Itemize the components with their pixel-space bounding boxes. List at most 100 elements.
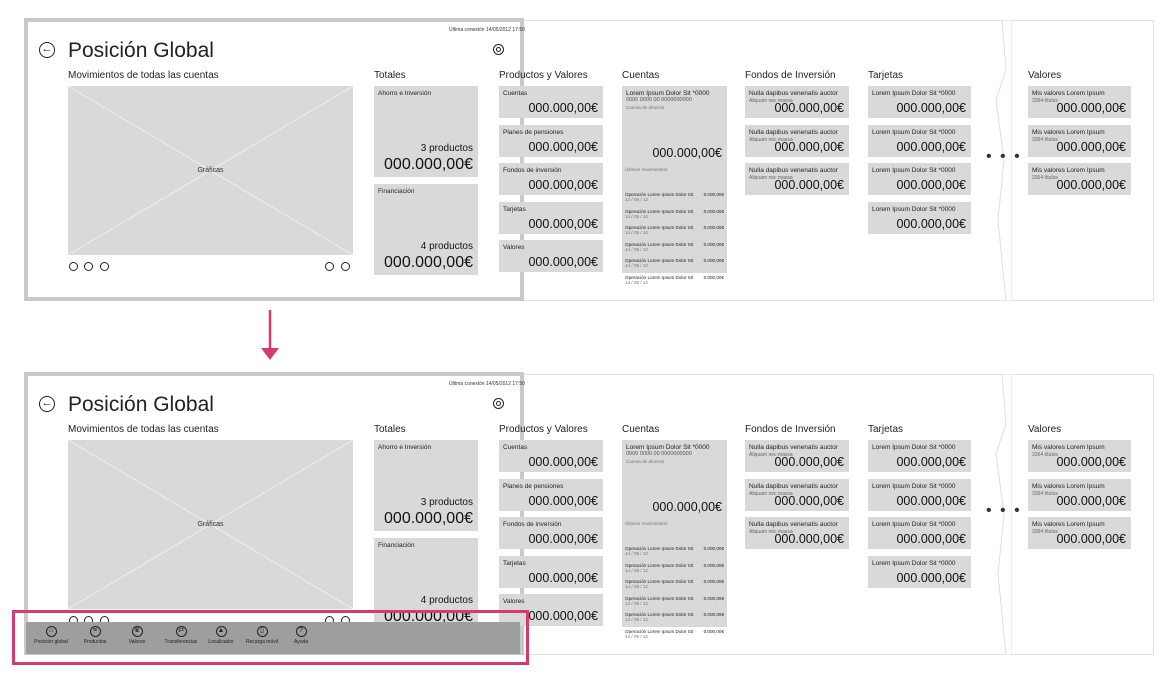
operation-amount: 0.000,00€ <box>703 562 724 568</box>
tile-label: Mis valores Lorem Ipsum <box>1032 521 1105 528</box>
back-arrow-icon[interactable]: ← <box>39 396 55 412</box>
tile-products: 3 productos <box>420 497 473 508</box>
exchange-icon[interactable] <box>341 262 350 271</box>
tarjetas-tile[interactable]: Lorem Ipsum Dolor Sit *0000 000.000,00€ <box>868 440 971 472</box>
fondos-tile[interactable]: Nulla dapibus venenatis auctor Aliquam n… <box>745 478 849 511</box>
tile-value: 000.000,00€ <box>896 216 966 231</box>
operation-row[interactable]: Operación Lorem Ipsum Dolor Sit 0.000,00… <box>625 579 724 589</box>
tile-value: 000.000,00€ <box>1056 455 1126 469</box>
back-arrow-icon[interactable]: ← <box>39 42 55 58</box>
account-name: Lorem Ipsum Dolor Sit *0000 <box>626 90 710 97</box>
tarjetas-tile[interactable]: Lorem Ipsum Dolor Sit *0000 000.000,00€ <box>868 86 971 118</box>
tile-value: 000.000,00€ <box>384 510 473 527</box>
totales-tile[interactable]: Ahorro e Inversión 3 productos 000.000,0… <box>374 440 478 531</box>
productos-tile[interactable]: Cuentas 000.000,00€ <box>499 440 603 472</box>
operation-row[interactable]: Operación Lorem Ipsum Dolor Sit 0.000,00… <box>625 192 724 202</box>
tile-label: Financiación <box>378 188 415 195</box>
tile-value: 000.000,00€ <box>528 255 598 269</box>
fondos-tile[interactable]: Nulla dapibus venenatis auctor Aliquam n… <box>745 124 849 157</box>
productos-tile[interactable]: Planes de pensiones 000.000,00€ <box>499 124 603 157</box>
cuentas-tile[interactable]: Lorem Ipsum Dolor Sit *0000 0000 0000 00… <box>622 440 727 639</box>
tile-label: Mis valores Lorem Ipsum <box>1032 128 1105 136</box>
tarjetas-heading: Tarjetas <box>868 70 904 81</box>
tile-label: Nulla dapibus venenatis auctor <box>749 444 838 451</box>
tarjetas-tile[interactable]: Lorem Ipsum Dolor Sit *0000 000.000,00€ <box>868 555 971 588</box>
valores-tile[interactable]: Mis valores Lorem Ipsum 3364 títulos 000… <box>1028 124 1131 157</box>
tile-label: Cuentas <box>503 90 528 97</box>
totales-tile[interactable]: Ahorro e Inversión 3 productos 000.000,0… <box>374 86 478 177</box>
help-icon: ? <box>295 626 307 637</box>
account-number: 0000 0000 00 0000000000 <box>626 97 692 103</box>
valores-tile[interactable]: Mis valores Lorem Ipsum 3364 títulos 000… <box>1028 86 1131 118</box>
appbar-button-1[interactable]: ≡ Productos <box>72 622 118 645</box>
tarjetas-tile[interactable]: Lorem Ipsum Dolor Sit *0000 000.000,00€ <box>868 478 971 511</box>
tile-value: 000.000,00€ <box>528 455 598 469</box>
tile-value: 000.000,00€ <box>528 216 598 231</box>
tarjetas-tile[interactable]: Lorem Ipsum Dolor Sit *0000 000.000,00€ <box>868 201 971 234</box>
totales-tile[interactable]: Financiación 4 productos 000.000,00€ <box>374 184 478 275</box>
operation-row[interactable]: Operación Lorem Ipsum Dolor Sit 0.000,00… <box>625 596 724 606</box>
operation-date: 14 / 05 / 12 <box>625 617 648 622</box>
chart-placeholder[interactable]: Gráficas <box>68 86 353 255</box>
valores-tile[interactable]: Mis valores Lorem Ipsum 3364 títulos 000… <box>1028 440 1131 472</box>
operation-row[interactable]: Operación Lorem Ipsum Dolor Sit 0.000,00… <box>625 629 724 639</box>
valores-tile[interactable]: Mis valores Lorem Ipsum 3364 títulos 000… <box>1028 517 1131 549</box>
percent-icon[interactable] <box>84 262 93 271</box>
cuentas-tile[interactable]: Lorem Ipsum Dolor Sit *0000 0000 0000 00… <box>622 86 727 285</box>
tarjetas-tile[interactable]: Lorem Ipsum Dolor Sit *0000 000.000,00€ <box>868 163 971 195</box>
tile-label: Lorem Ipsum Dolor Sit *0000 <box>872 444 956 451</box>
productos-tile[interactable]: Cuentas 000.000,00€ <box>499 86 603 118</box>
productos-tile[interactable]: Fondos de inversión 000.000,00€ <box>499 163 603 195</box>
euro-icon[interactable] <box>325 262 334 271</box>
operation-amount: 0.000,00€ <box>703 192 724 197</box>
tile-sub: 3364 títulos <box>1032 529 1058 535</box>
productos-tile[interactable]: Valores 000.000,00€ <box>499 240 603 272</box>
appbar-button-0[interactable]: ⌂ Posición global <box>28 622 74 645</box>
movimientos-heading: Movimientos de todas las cuentas <box>68 424 219 435</box>
fondos-tile[interactable]: Nulla dapibus venenatis auctor Aliquam n… <box>745 517 849 549</box>
search-icon[interactable] <box>493 398 504 409</box>
search-icon[interactable] <box>493 44 504 55</box>
valores-tile[interactable]: Mis valores Lorem Ipsum 3364 títulos 000… <box>1028 478 1131 511</box>
fondos-tile[interactable]: Nulla dapibus venenatis auctor Aliquam n… <box>745 163 849 195</box>
productos-tile[interactable]: Fondos de inversión 000.000,00€ <box>499 517 603 549</box>
account-name: Lorem Ipsum Dolor Sit *0000 <box>626 444 710 451</box>
tile-label: Lorem Ipsum Dolor Sit *0000 <box>872 521 956 528</box>
operation-date: 14 / 05 / 12 <box>625 213 648 219</box>
operation-row[interactable]: Operación Lorem Ipsum Dolor Sit 0.000,00… <box>625 546 724 556</box>
operation-date: 14 / 05 / 12 <box>625 633 648 639</box>
pie-icon[interactable] <box>100 262 109 271</box>
movimientos-heading: Movimientos de todas las cuentas <box>68 70 219 81</box>
productos-tile[interactable]: Tarjetas 000.000,00€ <box>499 201 603 234</box>
appbar-button-4[interactable]: ▲ Localizador <box>198 622 244 645</box>
valores-tile[interactable]: Mis valores Lorem Ipsum 3364 títulos 000… <box>1028 163 1131 195</box>
appbar-button-6[interactable]: ? Ayuda <box>278 622 324 645</box>
operation-row[interactable]: Operación Lorem Ipsum Dolor Sit 0.000,00… <box>625 225 724 235</box>
list-icon: ≡ <box>89 626 101 637</box>
tile-value: 000.000,00€ <box>528 101 598 115</box>
tarjetas-tile[interactable]: Lorem Ipsum Dolor Sit *0000 000.000,00€ <box>868 517 971 549</box>
mobile-icon: ▯ <box>256 626 268 637</box>
operation-amount: 0.000,00€ <box>703 258 724 263</box>
chart-line-icon[interactable] <box>69 262 78 271</box>
operation-row[interactable]: Operación Lorem Ipsum Dolor Sit 0.000,00… <box>625 612 724 622</box>
productos-tile[interactable]: Tarjetas 000.000,00€ <box>499 555 603 588</box>
operation-row[interactable]: Operación Lorem Ipsum Dolor Sit 0.000,00… <box>625 242 724 252</box>
operation-row[interactable]: Operación Lorem Ipsum Dolor Sit 0.000,00… <box>625 563 724 573</box>
operation-row[interactable]: Operación Lorem Ipsum Dolor Sit 0.000,00… <box>625 275 724 285</box>
operation-row[interactable]: Operación Lorem Ipsum Dolor Sit 0.000,00… <box>625 209 724 219</box>
valores-heading: Valores <box>1028 70 1062 81</box>
productos-tile[interactable]: Planes de pensiones 000.000,00€ <box>499 478 603 511</box>
chart-placeholder[interactable]: Gráficas <box>68 440 353 609</box>
tarjetas-tile[interactable]: Lorem Ipsum Dolor Sit *0000 000.000,00€ <box>868 124 971 157</box>
transition-arrow <box>261 310 279 360</box>
appbar-button-2[interactable]: ♛ Valores <box>114 622 160 645</box>
tile-value: 000.000,00€ <box>896 570 966 585</box>
productos-heading: Productos y Valores <box>499 70 588 81</box>
operation-amount: 0.000,00€ <box>703 595 724 601</box>
fondos-tile[interactable]: Nulla dapibus venenatis auctor Aliquam n… <box>745 86 849 118</box>
fondos-tile[interactable]: Nulla dapibus venenatis auctor Aliquam n… <box>745 440 849 472</box>
operation-row[interactable]: Operación Lorem Ipsum Dolor Sit 0.000,00… <box>625 258 724 268</box>
operation-date: 14 / 05 / 12 <box>625 567 648 573</box>
tile-value: 000.000,00€ <box>774 493 844 508</box>
